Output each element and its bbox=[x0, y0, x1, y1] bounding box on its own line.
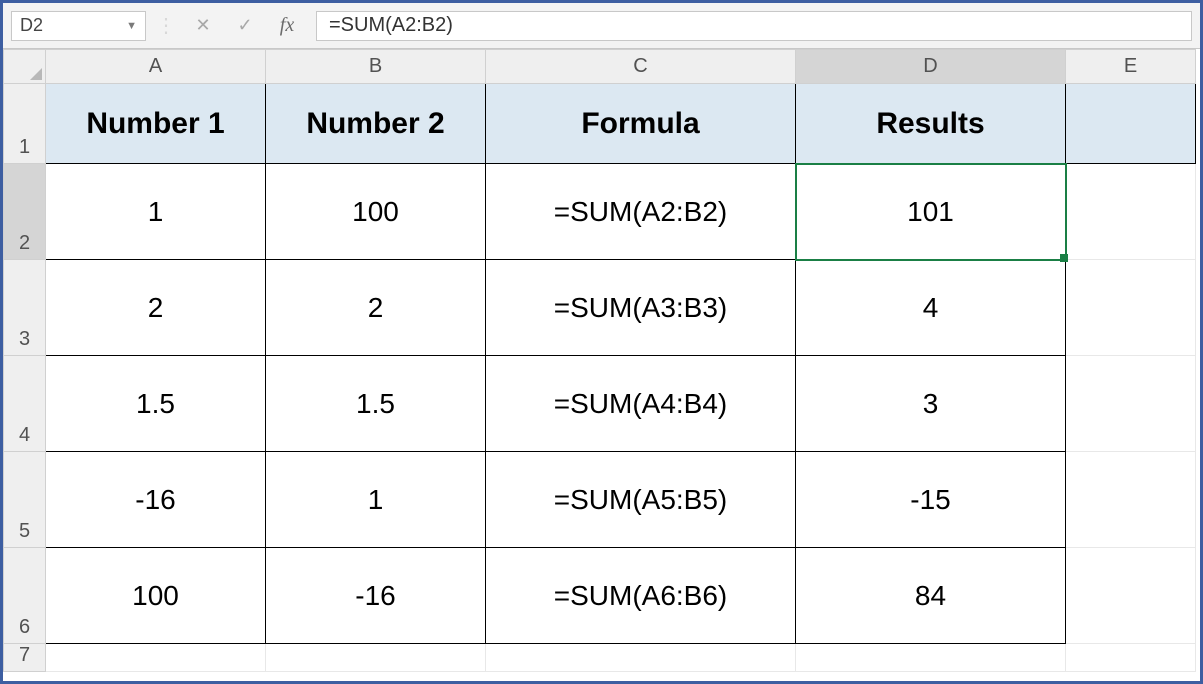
row-header-5[interactable]: 5 bbox=[4, 452, 46, 548]
cell-A2[interactable]: 1 bbox=[46, 164, 266, 260]
insert-function-button[interactable]: fx bbox=[270, 11, 304, 41]
cancel-button[interactable]: ✕ bbox=[186, 11, 220, 41]
col-header-A[interactable]: A bbox=[46, 50, 266, 84]
cell-C3[interactable]: =SUM(A3:B3) bbox=[486, 260, 796, 356]
col-header-B[interactable]: B bbox=[266, 50, 486, 84]
cell-D1[interactable]: Results bbox=[796, 84, 1066, 164]
col-header-E[interactable]: E bbox=[1066, 50, 1196, 84]
cell-E6[interactable] bbox=[1066, 548, 1196, 644]
divider: ⋮ bbox=[154, 13, 178, 38]
name-box-value: D2 bbox=[20, 15, 43, 36]
cancel-icon: ✕ bbox=[195, 15, 210, 36]
row-header-4[interactable]: 4 bbox=[4, 356, 46, 452]
row-header-6[interactable]: 6 bbox=[4, 548, 46, 644]
cell-C2[interactable]: =SUM(A2:B2) bbox=[486, 164, 796, 260]
col-header-C[interactable]: C bbox=[486, 50, 796, 84]
cell-A3[interactable]: 2 bbox=[46, 260, 266, 356]
formula-text: =SUM(A2:B2) bbox=[329, 14, 453, 37]
row-header-2[interactable]: 2 bbox=[4, 164, 46, 260]
cell-C6[interactable]: =SUM(A6:B6) bbox=[486, 548, 796, 644]
enter-button[interactable]: ✓ bbox=[228, 11, 262, 41]
cell-D3[interactable]: 4 bbox=[796, 260, 1066, 356]
check-icon: ✓ bbox=[237, 15, 252, 36]
cell-B6[interactable]: -16 bbox=[266, 548, 486, 644]
grid-table: A B C D E 1 Number 1 Number 2 Formula Re… bbox=[3, 49, 1196, 672]
cell-B4[interactable]: 1.5 bbox=[266, 356, 486, 452]
cell-A5[interactable]: -16 bbox=[46, 452, 266, 548]
cell-B1[interactable]: Number 2 bbox=[266, 84, 486, 164]
fx-icon: fx bbox=[280, 14, 294, 37]
cell-C5[interactable]: =SUM(A5:B5) bbox=[486, 452, 796, 548]
cell-E7[interactable] bbox=[1066, 644, 1196, 672]
row-header-3[interactable]: 3 bbox=[4, 260, 46, 356]
cell-E2[interactable] bbox=[1066, 164, 1196, 260]
cell-D2[interactable]: 101 bbox=[796, 164, 1066, 260]
cell-C4[interactable]: =SUM(A4:B4) bbox=[486, 356, 796, 452]
cell-E4[interactable] bbox=[1066, 356, 1196, 452]
cell-D5[interactable]: -15 bbox=[796, 452, 1066, 548]
col-header-D[interactable]: D bbox=[796, 50, 1066, 84]
spreadsheet-grid: A B C D E 1 Number 1 Number 2 Formula Re… bbox=[3, 49, 1200, 672]
cell-D4[interactable]: 3 bbox=[796, 356, 1066, 452]
name-box[interactable]: D2 ▼ bbox=[11, 11, 146, 41]
cell-B3[interactable]: 2 bbox=[266, 260, 486, 356]
cell-A7[interactable] bbox=[46, 644, 266, 672]
cell-B2[interactable]: 100 bbox=[266, 164, 486, 260]
cell-D6[interactable]: 84 bbox=[796, 548, 1066, 644]
formula-bar: D2 ▼ ⋮ ✕ ✓ fx =SUM(A2:B2) bbox=[3, 3, 1200, 49]
cell-E1[interactable] bbox=[1066, 84, 1196, 164]
cell-D7[interactable] bbox=[796, 644, 1066, 672]
cell-A1[interactable]: Number 1 bbox=[46, 84, 266, 164]
cell-C7[interactable] bbox=[486, 644, 796, 672]
cell-A6[interactable]: 100 bbox=[46, 548, 266, 644]
row-header-7[interactable]: 7 bbox=[4, 644, 46, 672]
row-header-1[interactable]: 1 bbox=[4, 84, 46, 164]
cell-B7[interactable] bbox=[266, 644, 486, 672]
cell-E5[interactable] bbox=[1066, 452, 1196, 548]
cell-B5[interactable]: 1 bbox=[266, 452, 486, 548]
cell-A4[interactable]: 1.5 bbox=[46, 356, 266, 452]
formula-input[interactable]: =SUM(A2:B2) bbox=[316, 11, 1192, 41]
select-all-corner[interactable] bbox=[4, 50, 46, 84]
cell-C1[interactable]: Formula bbox=[486, 84, 796, 164]
chevron-down-icon[interactable]: ▼ bbox=[126, 20, 137, 32]
cell-E3[interactable] bbox=[1066, 260, 1196, 356]
